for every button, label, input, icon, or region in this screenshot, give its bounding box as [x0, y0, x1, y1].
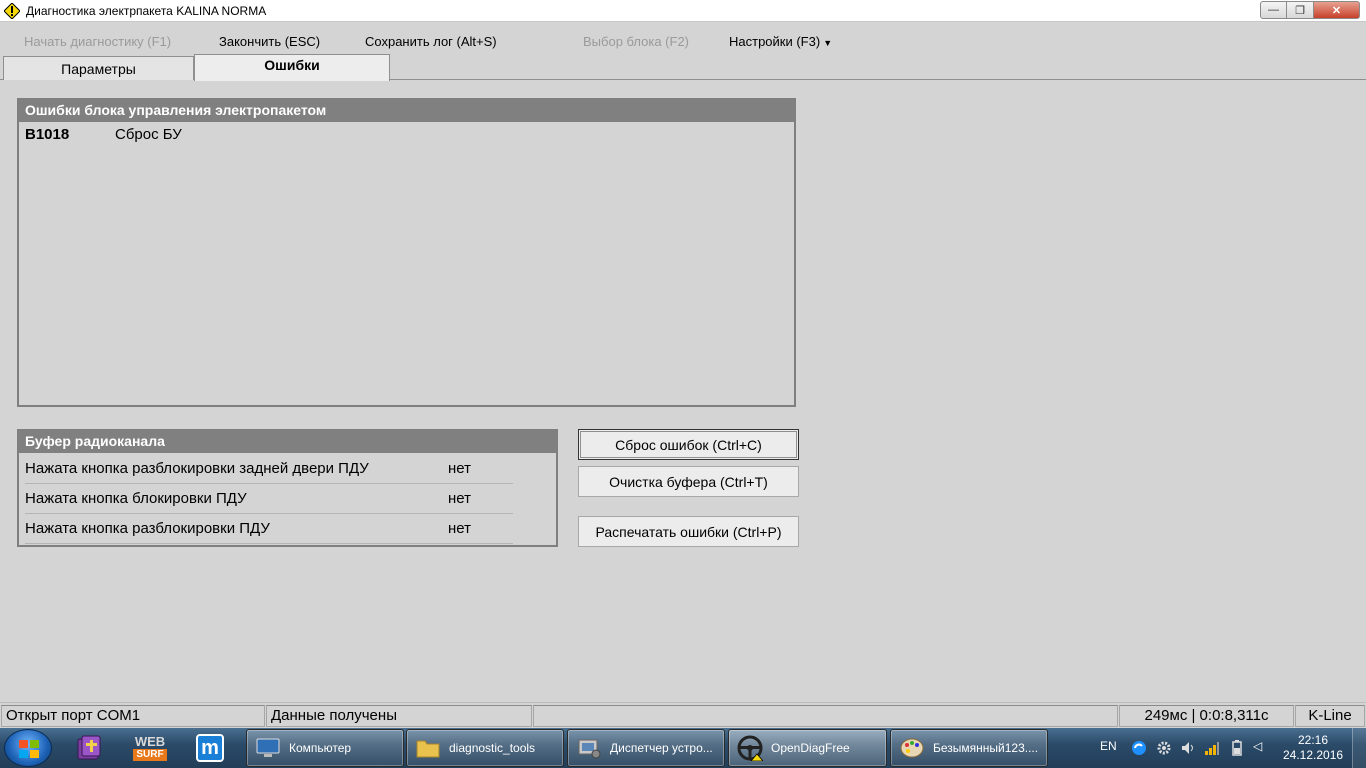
bible-book-icon[interactable]: [70, 731, 108, 765]
gear-icon[interactable]: [1156, 740, 1172, 756]
maxthon-icon[interactable]: m: [191, 731, 229, 765]
radio-buffer-panel: Буфер радиоканала Нажата кнопка разблоки…: [17, 429, 558, 547]
save-log-button[interactable]: Сохранить лог (Alt+S): [365, 34, 497, 49]
buffer-row-label: Нажата кнопка разблокировки задней двери…: [25, 460, 369, 477]
websurf-icon-bottom: SURF: [133, 749, 167, 761]
print-errors-button[interactable]: Распечатать ошибки (Ctrl+P): [578, 516, 799, 547]
errors-panel: Ошибки блока управления электропакетом B…: [17, 98, 796, 407]
task-diagnostic-tools[interactable]: diagnostic_tools: [406, 729, 564, 767]
radio-buffer-panel-title: Буфер радиоканала: [19, 431, 556, 453]
tray-expand-icon[interactable]: ◁: [1253, 739, 1262, 753]
status-data: Данные получены: [266, 705, 532, 727]
websurf-icon[interactable]: WEB SURF: [131, 731, 169, 765]
buffer-row-value: нет: [448, 490, 471, 507]
status-empty: [533, 705, 1118, 727]
app-warning-icon: [4, 2, 20, 19]
status-port: Открыт порт COM1: [1, 705, 265, 727]
taskbar: WEB SURF m Компьютер diagnostic_tools Ди…: [0, 728, 1366, 768]
toolbar: Начать диагностику (F1) Закончить (ESC) …: [0, 30, 1366, 54]
buffer-row-value: нет: [448, 520, 471, 537]
finish-button[interactable]: Закончить (ESC): [219, 34, 320, 49]
paint-palette-icon: [899, 735, 925, 761]
buffer-row-value: нет: [448, 460, 471, 477]
settings-menu[interactable]: Настройки (F3) ▼: [729, 34, 832, 49]
tab-parameters[interactable]: Параметры: [3, 56, 194, 80]
computer-icon: [255, 735, 281, 761]
buffer-row: Нажата кнопка блокировки ПДУ нет: [25, 484, 513, 514]
task-opendiagfree[interactable]: OpenDiagFree: [728, 729, 887, 767]
start-diagnostics-button[interactable]: Начать диагностику (F1): [24, 34, 171, 49]
window-controls: — ❐ ✕: [1260, 1, 1360, 19]
status-bar: Открыт порт COM1 Данные получены 249мс |…: [0, 702, 1366, 728]
clock-time: 22:16: [1297, 733, 1329, 747]
maximize-button[interactable]: ❐: [1287, 1, 1314, 19]
websurf-icon-top: WEB: [134, 734, 166, 749]
errors-panel-title: Ошибки блока управления электропакетом: [19, 100, 794, 122]
clear-buffer-button[interactable]: Очистка буфера (Ctrl+T): [578, 466, 799, 497]
window-title: Диагностика электрпакета KALINA NORMA: [26, 3, 267, 18]
settings-menu-label: Настройки (F3): [729, 34, 821, 49]
task-computer[interactable]: Компьютер: [246, 729, 404, 767]
status-timing: 249мс | 0:0:8,311с: [1119, 705, 1294, 727]
task-label: Безымянный123....: [933, 741, 1039, 755]
title-bar[interactable]: Диагностика электрпакета KALINA NORMA — …: [0, 0, 1366, 22]
error-code: B1018: [25, 126, 70, 143]
buffer-row-label: Нажата кнопка разблокировки ПДУ: [25, 520, 270, 537]
speaker-icon[interactable]: [1180, 740, 1196, 756]
signal-icon[interactable]: [1204, 740, 1220, 756]
battery-icon[interactable]: [1229, 740, 1245, 756]
chevron-down-icon: ▼: [823, 38, 833, 48]
windows-logo-icon: [19, 740, 39, 758]
show-desktop-button[interactable]: [1352, 728, 1366, 768]
start-button[interactable]: [4, 729, 52, 767]
task-paint[interactable]: Безымянный123....: [890, 729, 1048, 767]
language-indicator[interactable]: EN: [1100, 739, 1117, 753]
task-label: OpenDiagFree: [771, 741, 850, 755]
task-label: diagnostic_tools: [449, 741, 536, 755]
task-device-manager[interactable]: Диспетчер устро...: [567, 729, 725, 767]
buffer-row-label: Нажата кнопка блокировки ПДУ: [25, 490, 247, 507]
steering-wheel-icon: [737, 735, 763, 761]
buffer-row: Нажата кнопка разблокировки ПДУ нет: [25, 514, 513, 544]
minimize-button[interactable]: —: [1260, 1, 1287, 19]
task-label: Компьютер: [289, 741, 352, 755]
folder-icon: [415, 735, 441, 761]
clock-date: 24.12.2016: [1283, 748, 1344, 762]
device-manager-icon: [576, 735, 602, 761]
buffer-row: Нажата кнопка разблокировки задней двери…: [25, 454, 513, 484]
tab-bar: Параметры Ошибки: [0, 54, 1366, 81]
tab-errors[interactable]: Ошибки: [194, 54, 390, 81]
maxthon-icon-letter: m: [196, 734, 224, 762]
select-block-button[interactable]: Выбор блока (F2): [583, 34, 689, 49]
task-label: Диспетчер устро...: [610, 741, 713, 755]
sync-icon[interactable]: [1131, 740, 1147, 756]
status-protocol: K-Line: [1295, 705, 1365, 727]
error-description: Сброс БУ: [115, 126, 182, 143]
reset-errors-button[interactable]: Сброс ошибок (Ctrl+C): [578, 429, 799, 460]
clock[interactable]: 22:16 24.12.2016: [1283, 733, 1343, 763]
close-button[interactable]: ✕: [1314, 1, 1360, 19]
